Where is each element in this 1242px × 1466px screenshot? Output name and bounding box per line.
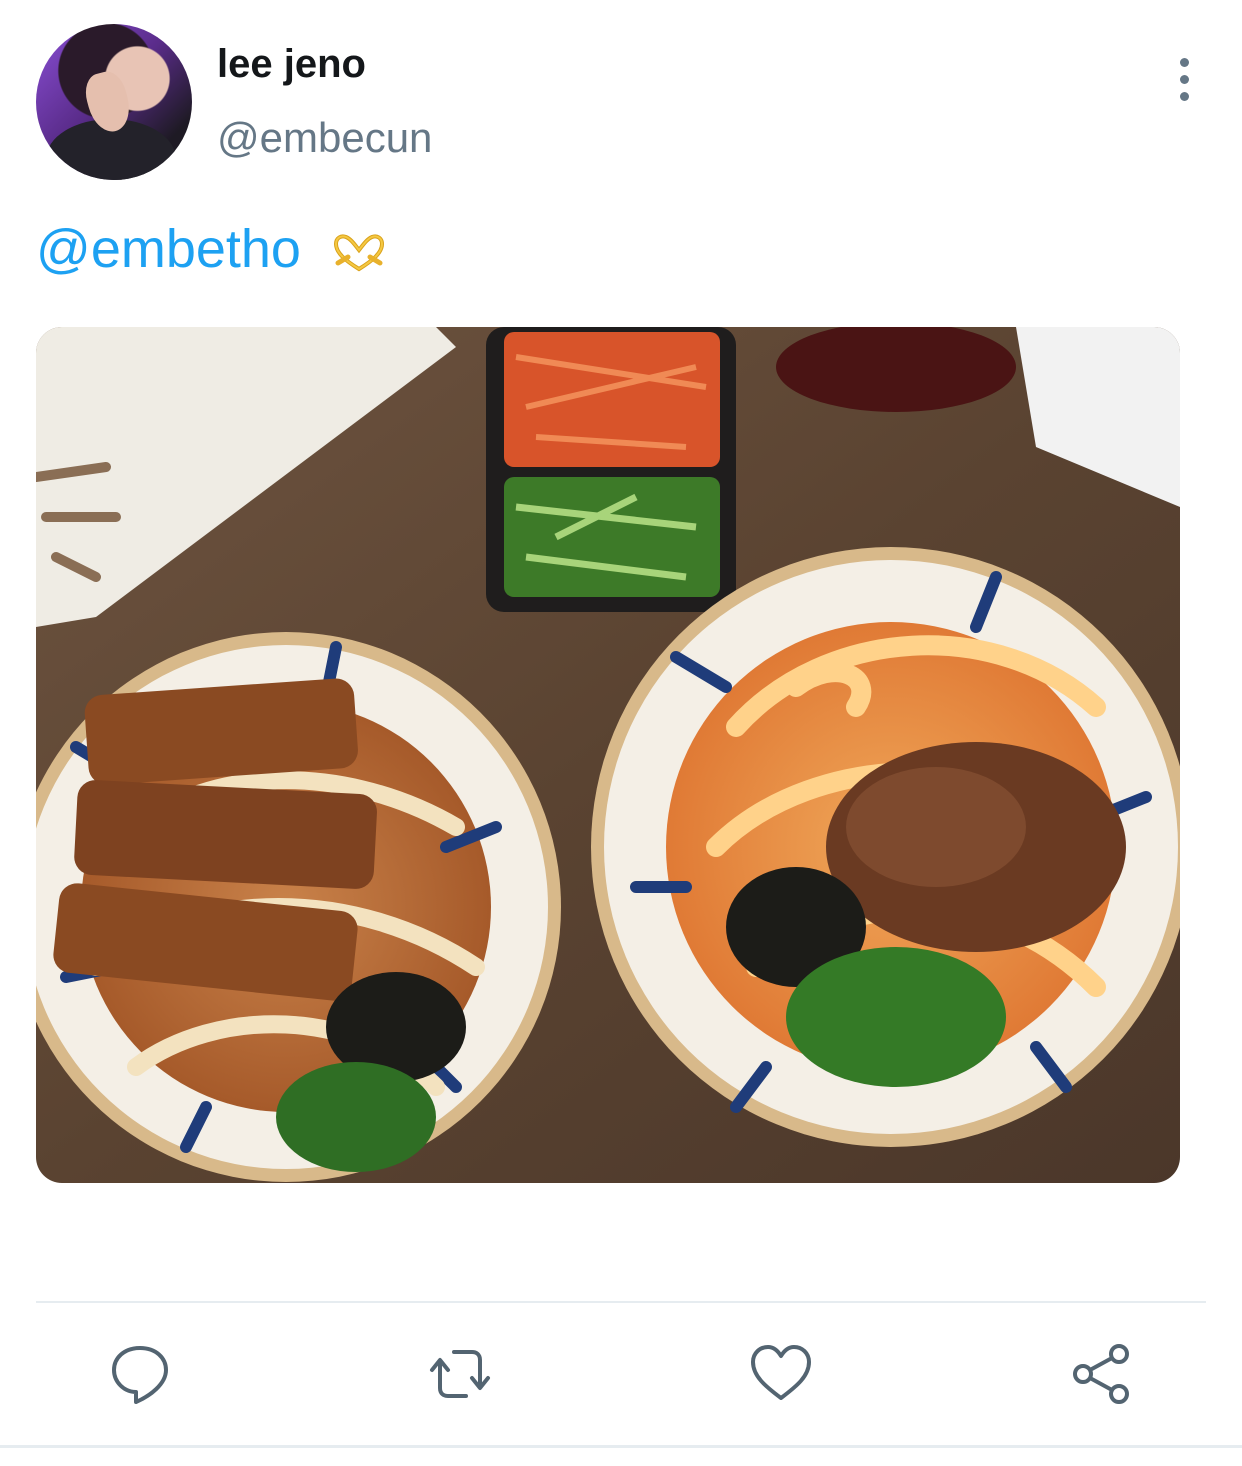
tweet-photo[interactable] [36, 327, 1180, 1183]
reply-button[interactable] [106, 1340, 174, 1408]
author-display-name[interactable]: lee jeno [217, 42, 366, 87]
reply-icon [112, 1346, 168, 1404]
udon-photo [36, 327, 1180, 1183]
share-button[interactable] [1067, 1340, 1135, 1408]
heart-hands-emoji-icon [333, 234, 384, 272]
tweet-text: @embetho [36, 218, 388, 280]
more-dot [1180, 58, 1189, 67]
retweet-icon [430, 1350, 490, 1398]
tweet-header: lee jeno @embecun [36, 24, 1206, 180]
mention-link[interactable]: @embetho [36, 219, 301, 279]
like-button[interactable] [747, 1340, 815, 1408]
tweet-bottom-divider [0, 1445, 1242, 1448]
share-icon [1073, 1344, 1129, 1404]
more-options-icon[interactable] [1168, 56, 1200, 106]
retweet-button[interactable] [426, 1340, 494, 1408]
author-handle[interactable]: @embecun [217, 114, 432, 162]
action-bar-divider [36, 1301, 1206, 1303]
heart-icon [751, 1345, 811, 1400]
avatar[interactable] [36, 24, 192, 180]
more-dot [1180, 92, 1189, 101]
more-dot [1180, 75, 1189, 84]
